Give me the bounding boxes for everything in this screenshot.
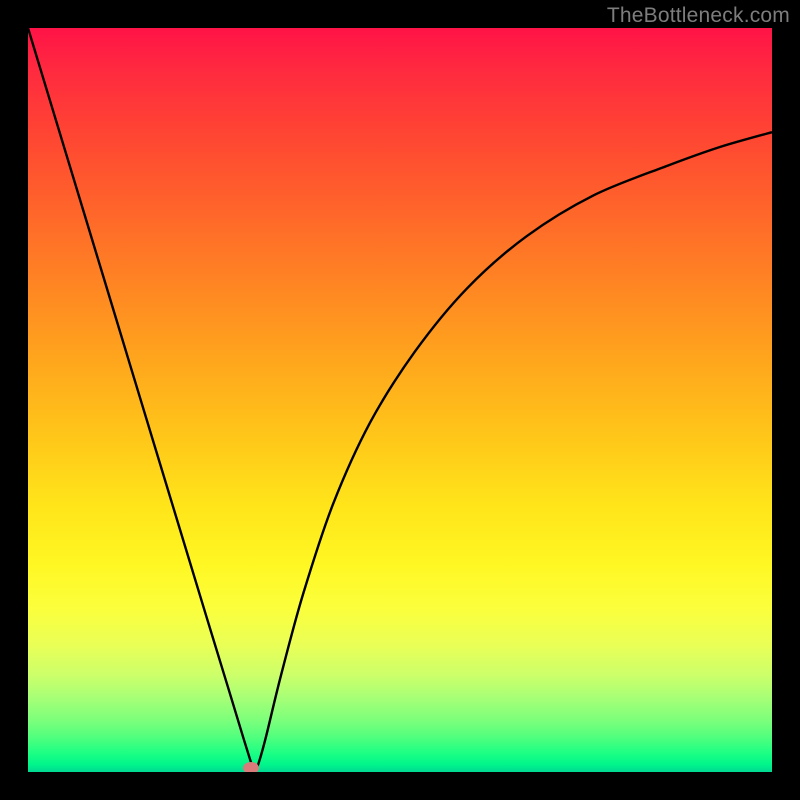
plot-area [28,28,772,772]
chart-frame: TheBottleneck.com [0,0,800,800]
bottleneck-curve [28,28,772,772]
optimum-marker [243,762,259,772]
curve-layer [28,28,772,772]
watermark-label: TheBottleneck.com [607,4,790,28]
